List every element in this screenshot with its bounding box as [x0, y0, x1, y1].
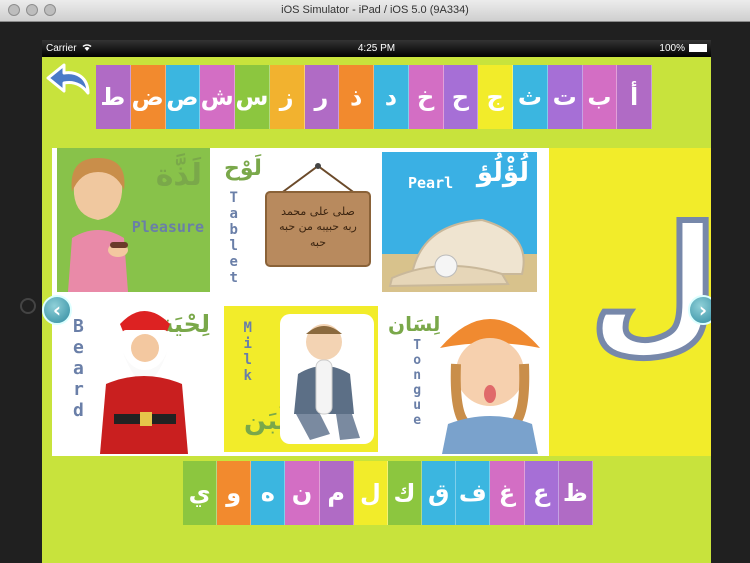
card-pearl[interactable]: Pearl لُؤْلُؤ [382, 152, 537, 292]
card-tablet[interactable]: لَوْح Tablet صلى على محمد ربه حبيبه من ح… [214, 148, 378, 292]
beard-english: Beard [67, 316, 89, 421]
next-letter-button[interactable]: › [688, 295, 711, 325]
top-letter-row: طضصشسزرذدخحجثتبأ [96, 65, 652, 129]
chevron-right-icon: › [698, 298, 708, 322]
top-letter-tile[interactable]: ح [443, 65, 479, 129]
santa-image [96, 304, 192, 454]
back-arrow-icon [46, 63, 90, 95]
bottom-letter-tile[interactable]: ق [422, 461, 457, 525]
chevron-left-icon: ‹ [52, 298, 62, 322]
bottom-letter-row: يوهنملكقفغعظ [183, 461, 593, 525]
baby-milk-image [280, 314, 374, 444]
pleasure-arabic: لَذَّة [155, 158, 202, 193]
pearl-arabic: لُؤْلُؤ [476, 158, 529, 188]
home-button[interactable] [20, 298, 36, 314]
bottom-letter-tile[interactable]: ه [251, 461, 286, 525]
window-title: iOS Simulator - iPad / iOS 5.0 (9A334) [281, 4, 469, 16]
card-tongue[interactable]: لِسَان Tongue [382, 298, 547, 456]
top-letter-tile[interactable]: ض [130, 65, 166, 129]
bottom-letter-tile[interactable]: ن [285, 461, 320, 525]
status-time: 4:25 PM [357, 43, 396, 54]
girl-tongue-image [434, 304, 546, 454]
card-milk[interactable]: Milk لَبَن [224, 306, 378, 452]
top-letter-tile[interactable]: ب [582, 65, 618, 129]
bottom-letter-tile[interactable]: م [319, 461, 354, 525]
app-area: طضصشسزرذدخحجثتبأ لَذَّة Pleasure لَوْح T… [42, 57, 711, 563]
bottom-letter-tile[interactable]: ك [387, 461, 423, 525]
top-letter-tile[interactable]: ذ [339, 65, 374, 129]
window-titlebar: iOS Simulator - iPad / iOS 5.0 (9A334) [0, 0, 750, 22]
milk-english: Milk [239, 320, 256, 384]
top-letter-tile[interactable]: أ [617, 65, 652, 129]
bottom-letter-tile[interactable]: غ [490, 461, 525, 525]
sign-text: صلى على محمد ربه حبيبه من حبه حبه [279, 205, 357, 249]
bottom-letter-tile[interactable]: ف [456, 461, 491, 525]
featured-letter-panel: ل [549, 148, 711, 456]
top-letter-tile[interactable]: د [374, 65, 409, 129]
back-arrow-button[interactable] [44, 57, 94, 103]
bottom-letter-tile[interactable]: ع [524, 461, 559, 525]
top-letter-tile[interactable]: ث [513, 65, 548, 129]
status-bar: Carrier 4:25 PM 100% [42, 40, 711, 57]
card-beard[interactable]: Beard لِحْيَة [62, 298, 220, 456]
girl-eating-image [62, 158, 132, 292]
top-letter-tile[interactable]: ج [478, 65, 513, 129]
top-letter-tile[interactable]: ش [200, 65, 235, 129]
shell-pearl-image [382, 204, 537, 292]
pearl-english: Pearl [408, 174, 454, 192]
battery-label: 100% [659, 43, 685, 54]
tongue-arabic: لِسَان [388, 312, 441, 336]
wooden-sign-image: صلى على محمد ربه حبيبه من حبه حبه [262, 162, 374, 272]
bottom-letter-tile[interactable]: ل [353, 461, 388, 525]
tablet-arabic: لَوْح [224, 156, 262, 181]
bottom-letter-tile[interactable]: و [217, 461, 252, 525]
word-cards-area: لَذَّة Pleasure لَوْح Tablet صلى على محم… [52, 148, 549, 456]
tablet-english: Tablet [225, 190, 242, 286]
top-letter-tile[interactable]: ط [96, 65, 131, 129]
top-letter-tile[interactable]: ص [165, 65, 201, 129]
bottom-letter-tile[interactable]: ي [183, 461, 218, 525]
top-letter-tile[interactable]: س [235, 65, 270, 129]
featured-letter: ل [586, 196, 711, 370]
previous-letter-button[interactable]: ‹ [42, 295, 72, 325]
battery-icon [689, 44, 707, 52]
top-letter-tile[interactable]: ز [269, 65, 305, 129]
top-letter-tile[interactable]: ت [547, 65, 583, 129]
pleasure-english: Pleasure [131, 218, 204, 236]
top-letter-tile[interactable]: خ [408, 65, 444, 129]
card-pleasure[interactable]: لَذَّة Pleasure [57, 148, 210, 292]
ipad-screen: Carrier 4:25 PM 100% طضصشسزرذدخحجثتبأ لَ… [42, 40, 711, 563]
tongue-english: Tongue [409, 338, 425, 428]
top-letter-tile[interactable]: ر [304, 65, 340, 129]
bottom-letter-tile[interactable]: ظ [558, 461, 593, 525]
